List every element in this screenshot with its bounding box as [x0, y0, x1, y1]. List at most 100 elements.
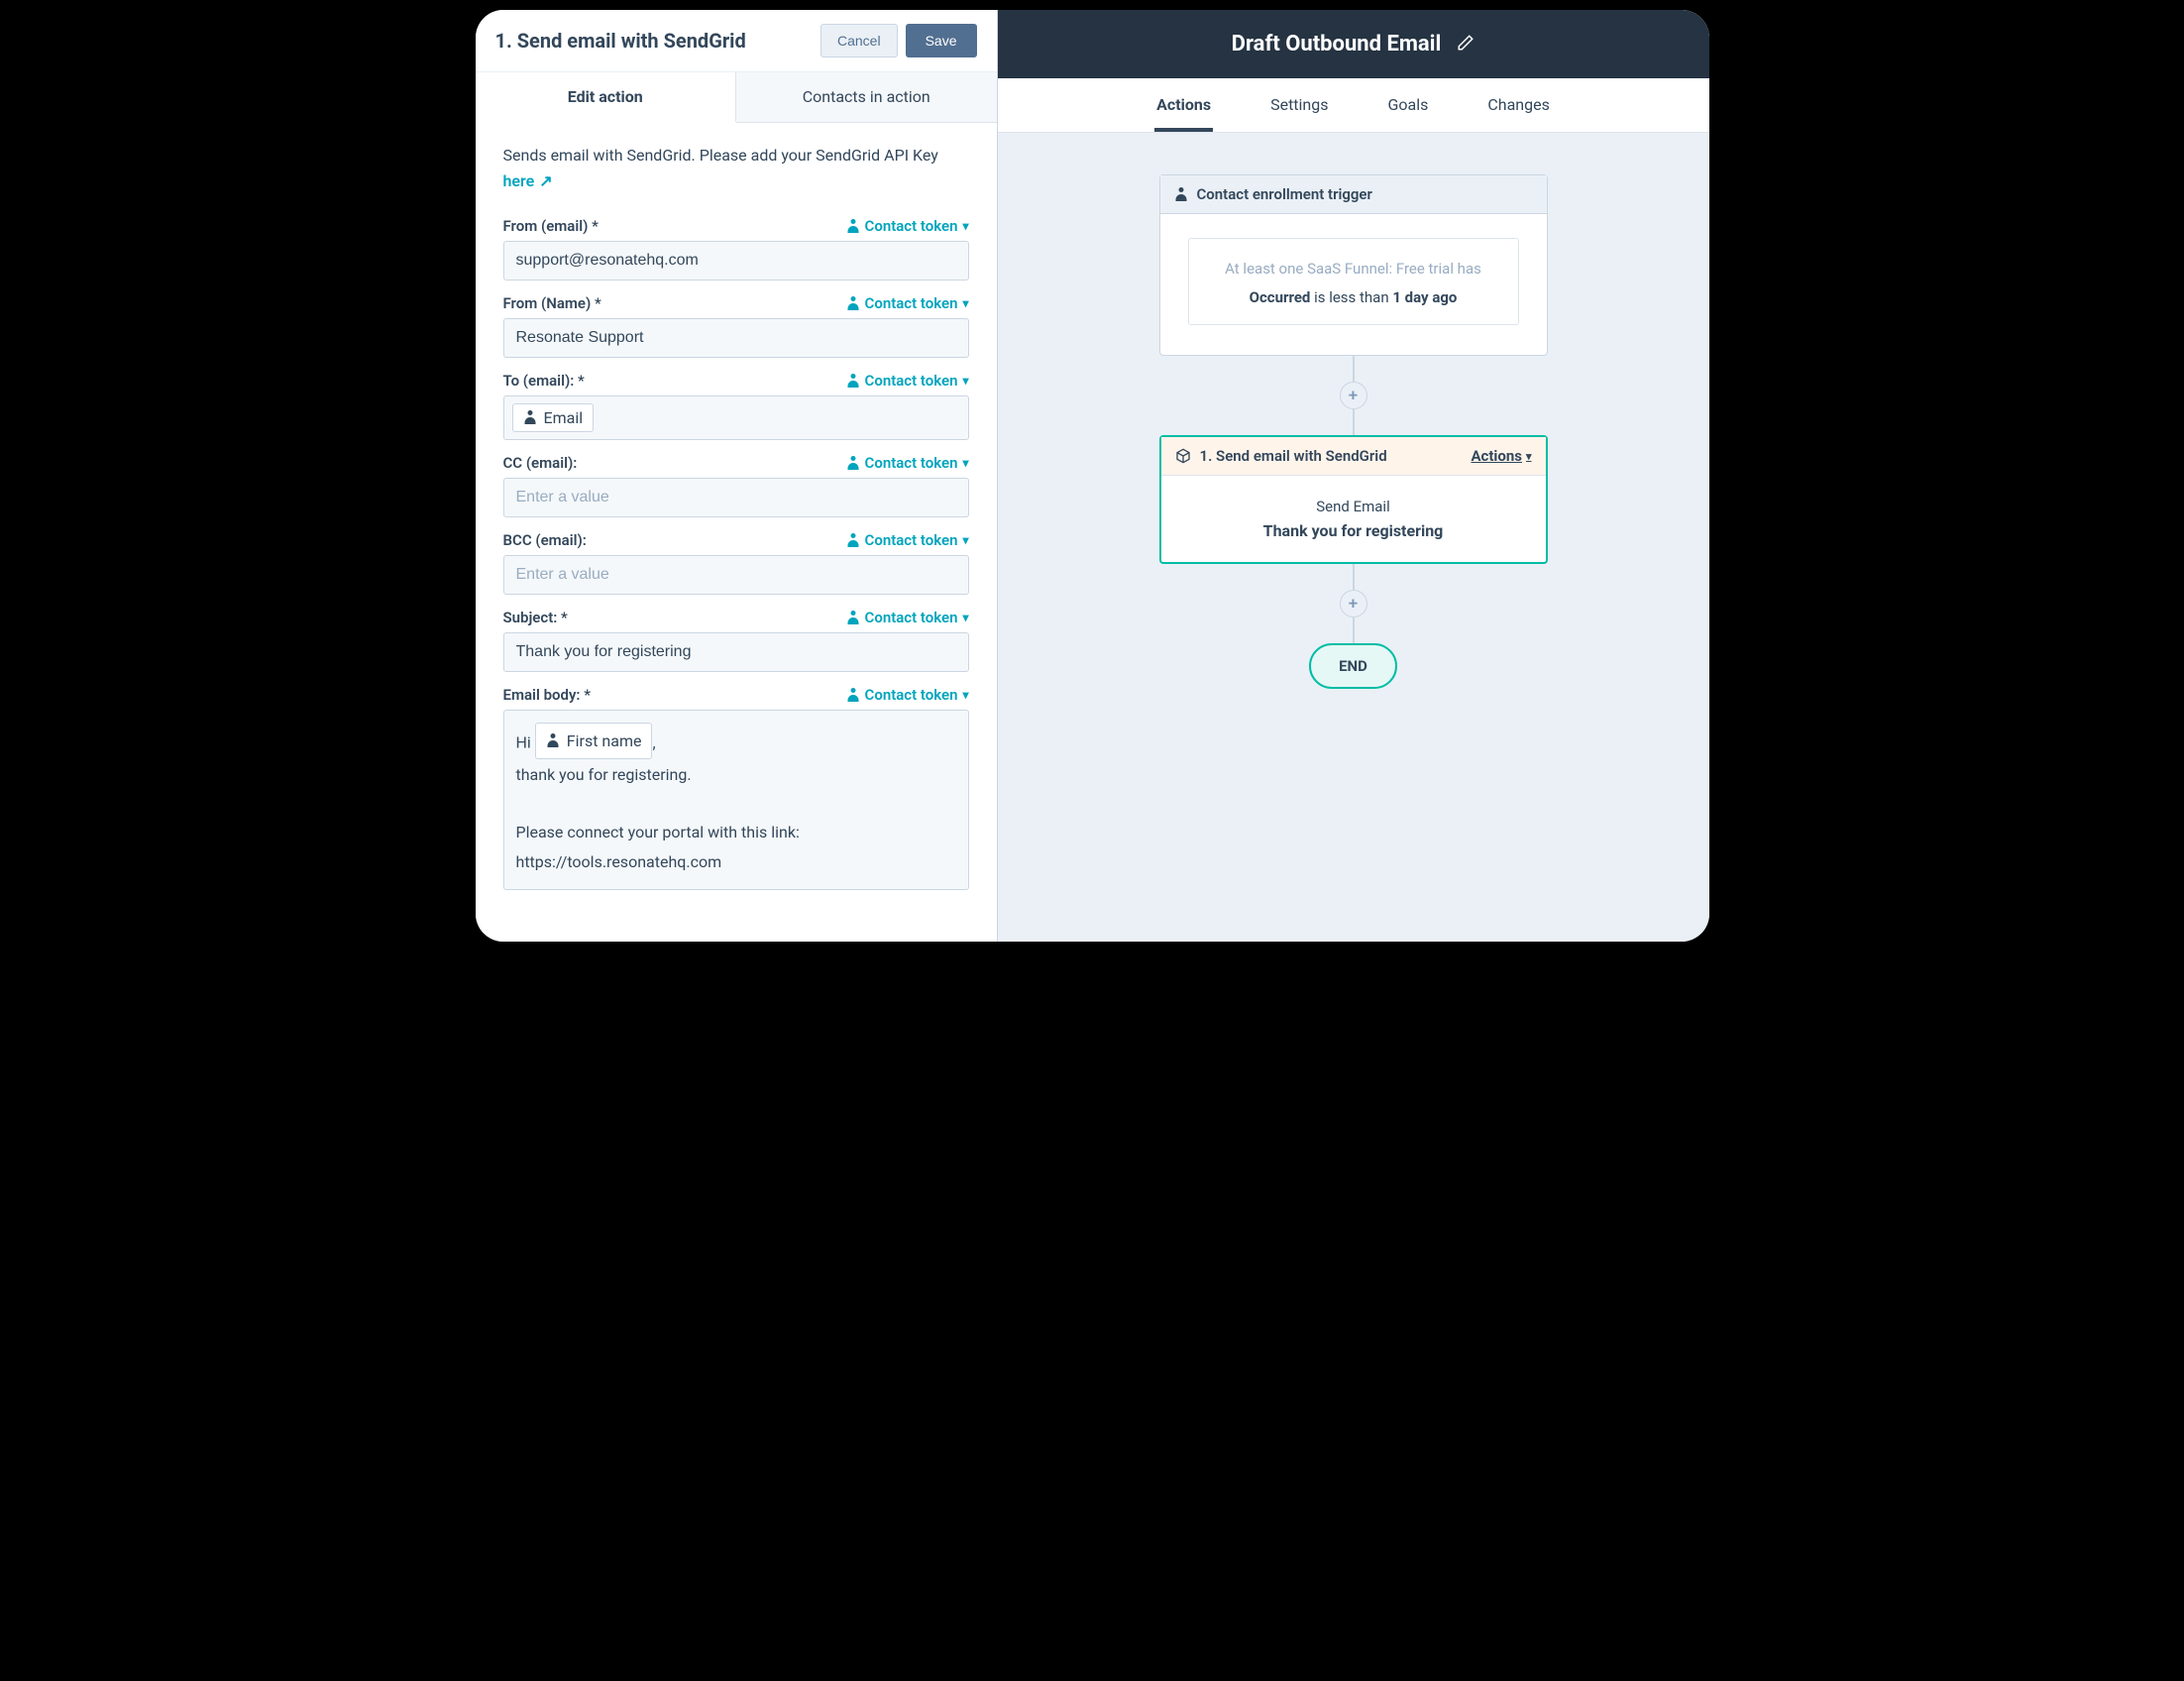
- trigger-node[interactable]: Contact enrollment trigger At least one …: [1159, 174, 1548, 356]
- field-row: CC (email): Contact token ▾: [503, 454, 969, 472]
- caret-down-icon: ▾: [962, 374, 968, 388]
- contact-token-link[interactable]: Contact token ▾: [846, 294, 969, 312]
- subnav-actions[interactable]: Actions: [1154, 78, 1213, 132]
- add-step-button[interactable]: +: [1340, 382, 1367, 409]
- person-icon: [846, 296, 860, 310]
- time-strong: 1 day ago: [1392, 288, 1457, 306]
- person-icon: [1174, 187, 1188, 201]
- tab-contacts-in-action[interactable]: Contacts in action: [736, 72, 997, 122]
- bcc-email-label: BCC (email):: [503, 531, 587, 549]
- action-header-left: 1. Send email with SendGrid: [1175, 447, 1387, 465]
- caret-down-icon: ▾: [962, 296, 968, 310]
- end-node[interactable]: END: [1309, 643, 1397, 689]
- subject-input[interactable]: [503, 632, 969, 672]
- right-header: Draft Outbound Email: [998, 10, 1709, 78]
- from-email-label: From (email) *: [503, 217, 599, 235]
- to-email-input[interactable]: Email: [503, 395, 969, 440]
- contact-token-link[interactable]: Contact token ▾: [846, 454, 969, 472]
- field-to-email: To (email): * Contact token ▾ Email: [503, 372, 969, 440]
- person-icon: [846, 688, 860, 702]
- token-chip-first-name[interactable]: First name: [535, 723, 653, 759]
- token-text: Contact token: [865, 454, 958, 472]
- right-subnav: Actions Settings Goals Changes: [998, 78, 1709, 133]
- contact-token-link[interactable]: Contact token ▾: [846, 609, 969, 626]
- from-name-label: From (Name) *: [503, 294, 601, 312]
- add-step-button[interactable]: +: [1340, 590, 1367, 617]
- action-subtitle: Send Email: [1181, 498, 1526, 515]
- token-text: Contact token: [865, 609, 958, 626]
- contact-token-link[interactable]: Contact token ▾: [846, 686, 969, 704]
- caret-down-icon: ▾: [962, 533, 968, 547]
- from-email-input[interactable]: [503, 241, 969, 280]
- right-panel: Draft Outbound Email Actions Settings Go…: [998, 10, 1709, 942]
- caret-down-icon: ▾: [962, 611, 968, 624]
- pencil-icon: [1457, 34, 1474, 52]
- body-line-4: https://tools.resonatehq.com: [516, 848, 956, 875]
- cube-icon: [1175, 448, 1191, 464]
- form-body: Sends email with SendGrid. Please add yo…: [476, 123, 997, 942]
- token-chip-email[interactable]: Email: [512, 403, 595, 432]
- person-icon: [846, 374, 860, 388]
- token-text: Contact token: [865, 686, 958, 704]
- caret-down-icon: ▾: [962, 456, 968, 470]
- field-from-email: From (email) * Contact token ▾: [503, 217, 969, 280]
- subnav-changes[interactable]: Changes: [1485, 78, 1552, 132]
- mid-text: is less than: [1310, 288, 1392, 306]
- occurred-strong: Occurred: [1250, 288, 1311, 306]
- contact-token-link[interactable]: Contact token ▾: [846, 372, 969, 390]
- connector-line: [1353, 356, 1355, 382]
- field-row: Subject: * Contact token ▾: [503, 609, 969, 626]
- field-cc-email: CC (email): Contact token ▾: [503, 454, 969, 517]
- cancel-button[interactable]: Cancel: [820, 24, 898, 57]
- email-body-editor[interactable]: Hi First name, thank you for registering…: [503, 710, 969, 890]
- greeting-suffix: ,: [652, 732, 655, 751]
- description-span: Sends email with SendGrid. Please add yo…: [503, 146, 938, 165]
- trigger-condition-line2: Occurred is less than 1 day ago: [1209, 288, 1498, 306]
- api-key-link[interactable]: here ↗: [503, 171, 553, 190]
- field-email-body: Email body: * Contact token ▾ Hi First n…: [503, 686, 969, 890]
- field-subject: Subject: * Contact token ▾: [503, 609, 969, 672]
- trigger-body: At least one SaaS Funnel: Free trial has…: [1160, 214, 1547, 355]
- token-text: Contact token: [865, 372, 958, 390]
- action-header-text: 1. Send email with SendGrid: [1200, 447, 1387, 465]
- person-icon: [846, 456, 860, 470]
- chip-label: First name: [567, 728, 642, 754]
- field-from-name: From (Name) * Contact token ▾: [503, 294, 969, 358]
- trigger-condition-line1: At least one SaaS Funnel: Free trial has: [1209, 257, 1498, 280]
- body-line-blank: [516, 790, 956, 817]
- cc-email-input[interactable]: [503, 478, 969, 517]
- person-icon: [523, 410, 537, 424]
- subject-label: Subject: *: [503, 609, 568, 626]
- caret-down-icon: ▾: [962, 219, 968, 233]
- contact-token-link[interactable]: Contact token ▾: [846, 531, 969, 549]
- panel-title: 1. Send email with SendGrid: [495, 29, 746, 53]
- left-header: 1. Send email with SendGrid Cancel Save: [476, 10, 997, 72]
- subnav-goals[interactable]: Goals: [1386, 78, 1431, 132]
- token-text: Contact token: [865, 294, 958, 312]
- action-node[interactable]: 1. Send email with SendGrid Actions ▾ Se…: [1159, 435, 1548, 564]
- header-buttons: Cancel Save: [820, 24, 977, 57]
- person-icon: [546, 733, 560, 747]
- actions-label: Actions: [1471, 447, 1522, 465]
- edit-title-button[interactable]: [1457, 34, 1474, 56]
- connector-line: [1353, 617, 1355, 643]
- left-panel: 1. Send email with SendGrid Cancel Save …: [476, 10, 998, 942]
- from-name-input[interactable]: [503, 318, 969, 358]
- body-line-1: Hi First name,: [516, 723, 956, 759]
- action-menu-dropdown[interactable]: Actions ▾: [1471, 447, 1531, 465]
- field-bcc-email: BCC (email): Contact token ▾: [503, 531, 969, 595]
- body-label: Email body: *: [503, 686, 591, 704]
- action-main-text: Thank you for registering: [1181, 521, 1526, 540]
- workflow-canvas[interactable]: Contact enrollment trigger At least one …: [998, 133, 1709, 942]
- token-text: Contact token: [865, 217, 958, 235]
- body-line-3: Please connect your portal with this lin…: [516, 819, 956, 845]
- bcc-email-input[interactable]: [503, 555, 969, 595]
- token-text: Contact token: [865, 531, 958, 549]
- chip-label: Email: [544, 408, 584, 427]
- tab-edit-action[interactable]: Edit action: [476, 72, 737, 123]
- save-button[interactable]: Save: [906, 24, 977, 57]
- contact-token-link[interactable]: Contact token ▾: [846, 217, 969, 235]
- subnav-settings[interactable]: Settings: [1268, 78, 1330, 132]
- action-header: 1. Send email with SendGrid Actions ▾: [1161, 437, 1546, 476]
- caret-down-icon: ▾: [962, 688, 968, 702]
